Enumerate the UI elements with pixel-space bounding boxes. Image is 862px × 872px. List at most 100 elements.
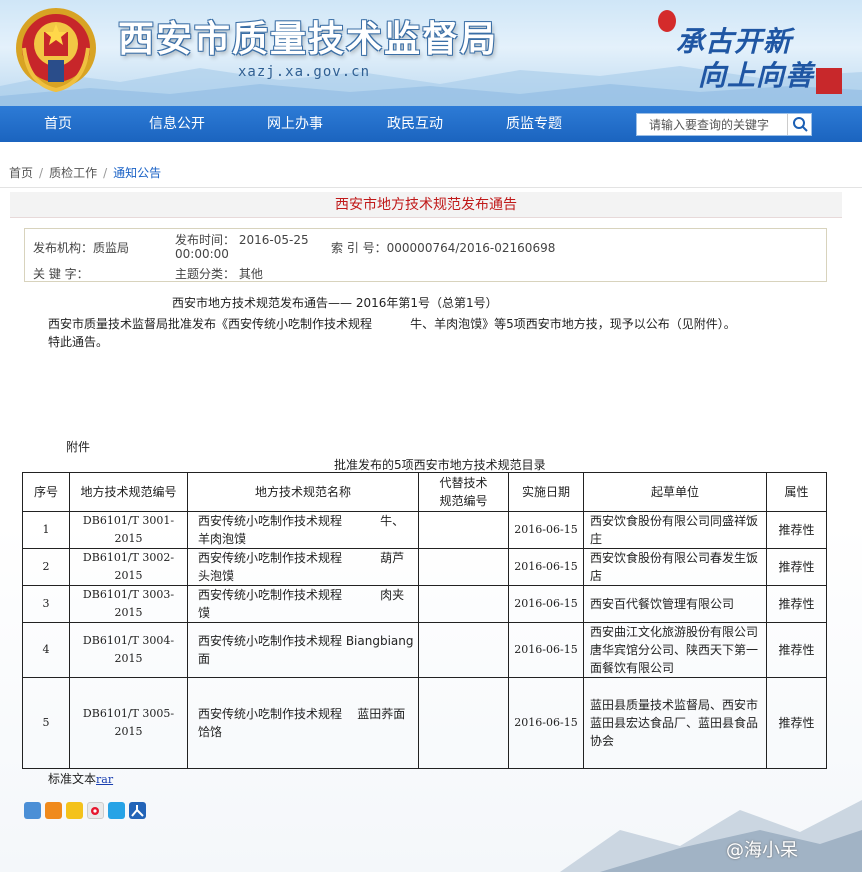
search-input[interactable] (637, 114, 785, 135)
col-header-no: 序号 (22, 472, 70, 512)
row-org: 西安曲江文化旅游股份有限公司唐华宾馆分公司、陕西天下第一面餐饮有限公司 (583, 622, 767, 678)
nav-item-public-interaction[interactable]: 政民互动 (365, 106, 465, 142)
breadcrumb-notices[interactable]: 通知公告 (113, 158, 161, 188)
table-row: 4 DB6101/T 3004-2015 西安传统小吃制作技术规程 Biangb… (22, 622, 827, 678)
national-emblem-icon (16, 8, 96, 93)
notice-body: 西安市质量技术监督局批准发布《西安传统小吃制作技术规程 牛、羊肉泡馍》等5项西安… (48, 317, 736, 331)
col-header-name: 地方技术规范名称 (187, 472, 419, 512)
row-name: 西安传统小吃制作技术规程 Biangbiang面 (187, 622, 419, 678)
share-weibo-icon[interactable] (87, 802, 104, 819)
red-stamp-icon (816, 68, 842, 94)
attachment-heading: 附件 (66, 440, 91, 454)
attachment-label: 标准文本 (48, 772, 97, 786)
meta-keyword: 关 键 字： (33, 265, 89, 282)
meta-time-value: 2016-05-25 (238, 233, 309, 247)
col-header-date: 实施日期 (508, 472, 584, 512)
table-row: 5 DB6101/T 3005-2015 西安传统小吃制作技术规程 蓝田荞面饸饹… (22, 677, 827, 769)
row-name: 西安传统小吃制作技术规程 肉夹馍 (187, 585, 419, 623)
row-code: DB6101/T 3005-2015 (69, 677, 188, 769)
share-qzone-icon[interactable] (24, 802, 41, 819)
table-caption: 批准发布的5项西安市地方技术规范目录 (334, 458, 546, 472)
row-date: 2016-06-15 (508, 511, 584, 549)
col-header-replace: 代替技术 规范编号 (418, 472, 509, 512)
row-replace (418, 622, 509, 678)
row-attr: 推荐性 (766, 548, 827, 586)
meta-topic: 主题分类： 其他 (175, 265, 263, 282)
row-attr: 推荐性 (766, 585, 827, 623)
renren-glyph-icon (131, 805, 144, 817)
row-attr: 推荐性 (766, 511, 827, 549)
search-box (636, 113, 812, 136)
row-no: 3 (22, 585, 70, 623)
nav-item-home[interactable]: 首页 (8, 106, 108, 142)
article-meta: 发布机构：质监局 发布时间： 2016-05-25 00:00:00 索 引 号… (24, 228, 827, 282)
share-star-icon[interactable] (66, 802, 83, 819)
share-mail-icon[interactable] (45, 802, 62, 819)
site-url: xazj.xa.gov.cn (238, 64, 371, 80)
row-name: 西安传统小吃制作技术规程 葫芦头泡馍 (187, 548, 419, 586)
row-replace (418, 548, 509, 586)
meta-org: 发布机构：质监局 (33, 239, 129, 256)
breadcrumb-separator: / (39, 166, 44, 180)
meta-index-value: 000000764/2016-02160698 (386, 241, 556, 255)
nav-item-online-services[interactable]: 网上办事 (245, 106, 345, 142)
row-attr: 推荐性 (766, 677, 827, 769)
meta-org-value: 质监局 (93, 241, 130, 255)
main-nav: 首页 信息公开 网上办事 政民互动 质监专题 (0, 106, 862, 142)
col-header-code: 地方技术规范编号 (69, 472, 188, 512)
col-header-attr: 属性 (766, 472, 827, 512)
breadcrumb-separator: / (103, 166, 108, 180)
search-button[interactable] (787, 114, 811, 135)
meta-time-label: 发布时间： (175, 233, 236, 247)
breadcrumb-quality-work[interactable]: 质检工作 (49, 158, 97, 188)
nav-item-special-topics[interactable]: 质监专题 (484, 106, 584, 142)
row-name: 西安传统小吃制作技术规程 牛、羊肉泡馍 (187, 511, 419, 549)
col-header-org: 起草单位 (583, 472, 767, 512)
table-row: 3 DB6101/T 3003-2015 西安传统小吃制作技术规程 肉夹馍 20… (22, 585, 827, 623)
table-row: 2 DB6101/T 3002-2015 西安传统小吃制作技术规程 葫芦头泡馍 … (22, 548, 827, 586)
row-date: 2016-06-15 (508, 548, 584, 586)
notice-closing: 特此通告。 (48, 335, 109, 349)
weibo-glyph-icon (91, 807, 99, 815)
row-date: 2016-06-15 (508, 585, 584, 623)
attachment-line: 标准文本rar (48, 770, 113, 787)
row-replace (418, 511, 509, 549)
meta-index: 索 引 号：000000764/2016-02160698 (331, 239, 555, 256)
slogan-banner: 承古开新 向上向善 (658, 6, 848, 100)
row-code: DB6101/T 3002-2015 (69, 548, 188, 586)
row-attr: 推荐性 (766, 622, 827, 678)
breadcrumb-home[interactable]: 首页 (9, 158, 33, 188)
row-no: 1 (22, 511, 70, 549)
share-renren-icon[interactable] (129, 802, 146, 819)
meta-keyword-label: 关 键 字： (33, 267, 89, 281)
row-org: 西安饮食股份有限公司同盛祥饭庄 (583, 511, 767, 549)
weibo-watermark: @海小呆 (726, 840, 798, 861)
row-code: DB6101/T 3004-2015 (69, 622, 188, 678)
slogan-line-2: 向上向善 (698, 59, 815, 92)
meta-topic-value: 其他 (238, 267, 263, 281)
nav-item-info-disclosure[interactable]: 信息公开 (127, 106, 227, 142)
row-replace (418, 585, 509, 623)
row-org: 蓝田县质量技术监督局、西安市蓝田县宏达食品厂、蓝田县食品协会 (583, 677, 767, 769)
site-title: 西安市质量技术监督局 (118, 18, 499, 60)
row-date: 2016-06-15 (508, 622, 584, 678)
row-replace (418, 677, 509, 769)
row-no: 5 (22, 677, 70, 769)
row-name: 西安传统小吃制作技术规程 蓝田荞面饸饹 (187, 677, 419, 769)
share-tencent-icon[interactable] (108, 802, 125, 819)
row-date: 2016-06-15 (508, 677, 584, 769)
row-code: DB6101/T 3001-2015 (69, 511, 188, 549)
search-icon (793, 117, 808, 132)
notice-heading: 西安市地方技术规范发布通告—— 2016年第1号（总第1号） (172, 296, 498, 310)
site-header: 西安市质量技术监督局 xazj.xa.gov.cn 承古开新 向上向善 (0, 0, 862, 106)
table-row: 1 DB6101/T 3001-2015 西安传统小吃制作技术规程 牛、羊肉泡馍… (22, 511, 827, 549)
row-org: 西安饮食股份有限公司春发生饭店 (583, 548, 767, 586)
attachment-rar-link[interactable]: rar (96, 773, 113, 786)
row-no: 2 (22, 548, 70, 586)
article-title: 西安市地方技术规范发布通告 (10, 192, 842, 218)
breadcrumb: 首页 / 质检工作 / 通知公告 (0, 158, 862, 188)
row-no: 4 (22, 622, 70, 678)
meta-topic-label: 主题分类： (175, 267, 236, 281)
row-org: 西安百代餐饮管理有限公司 (583, 585, 767, 623)
regulations-table: 序号 地方技术规范编号 地方技术规范名称 代替技术 规范编号 实施日期 起草单位… (22, 472, 827, 769)
